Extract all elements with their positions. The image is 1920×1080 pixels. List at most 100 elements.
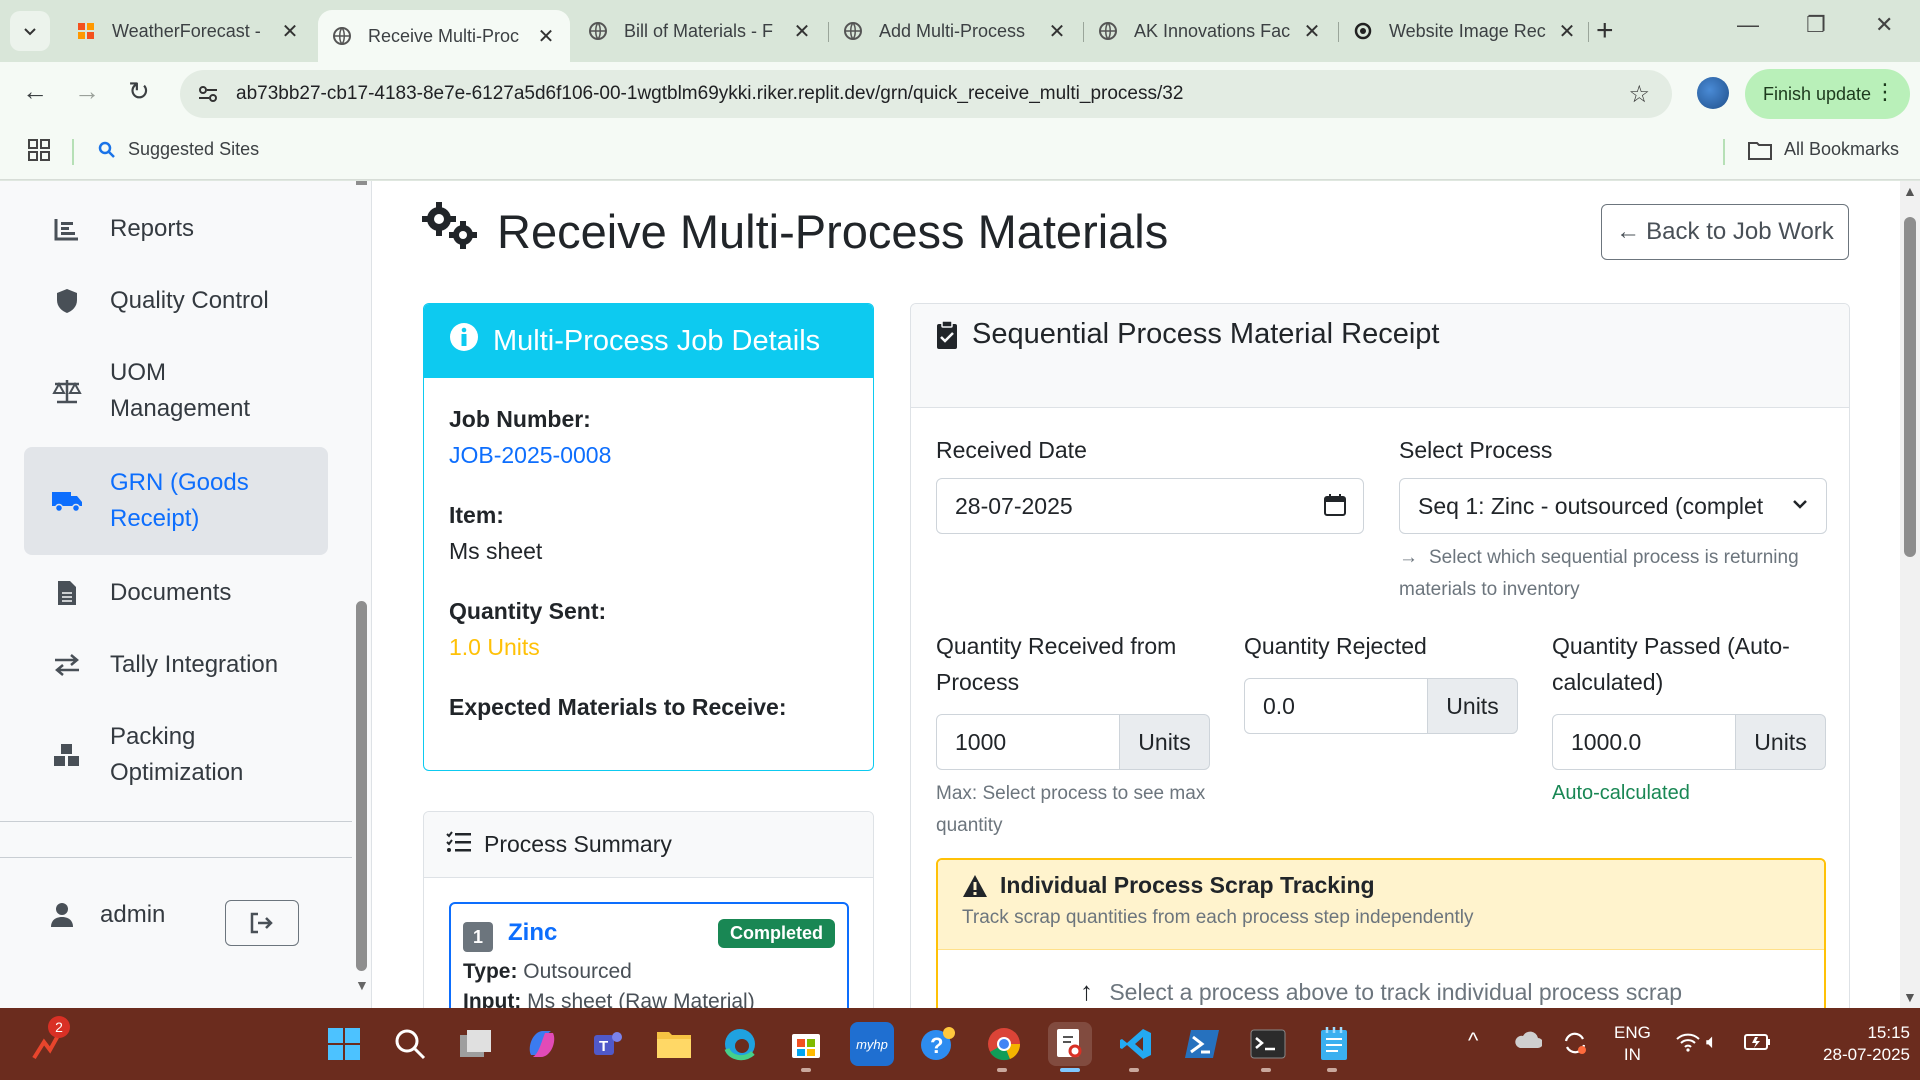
scroll-down-icon[interactable]: ▼: [355, 977, 369, 993]
browser-tab[interactable]: WeatherForecast - ✕: [62, 10, 314, 52]
minimize-icon[interactable]: —: [1737, 12, 1759, 38]
exchange-icon: [50, 653, 84, 677]
search-icon[interactable]: [388, 1022, 432, 1066]
page-scroll-thumb[interactable]: [1904, 217, 1916, 557]
bookmark-separator: [72, 139, 74, 165]
qty-received-unit: Units: [1120, 714, 1210, 770]
sync-icon[interactable]: [1562, 1030, 1588, 1061]
terminal-icon[interactable]: [1246, 1022, 1290, 1066]
clock[interactable]: 15:15 28-07-2025: [1810, 1022, 1910, 1066]
myhp-icon[interactable]: myhp: [850, 1022, 894, 1066]
username: admin: [100, 901, 166, 928]
chevron-up-icon[interactable]: ^: [1468, 1028, 1478, 1054]
select-process-dropdown[interactable]: Seq 1: Zinc - outsourced (complet: [1399, 478, 1827, 534]
scroll-cap: [356, 181, 367, 185]
tab-search-button[interactable]: [10, 11, 50, 51]
copilot-icon[interactable]: [520, 1022, 564, 1066]
back-arrow-icon[interactable]: ←: [22, 76, 48, 107]
bookmark-star-icon[interactable]: ☆: [1628, 80, 1650, 109]
sidebar-item-tally-integration[interactable]: Tally Integration: [24, 647, 328, 683]
clock-time: 15:15: [1867, 1023, 1910, 1042]
sidebar-scroll-thumb[interactable]: [356, 601, 367, 971]
user-info: admin: [50, 901, 165, 929]
expected-materials-label: Expected Materials to Receive:: [449, 694, 787, 720]
apps-grid-icon[interactable]: [28, 139, 50, 166]
browser-tab[interactable]: Add Multi-Process ✕: [829, 10, 1081, 52]
sidebar-item-quality-control[interactable]: Quality Control: [24, 283, 328, 319]
wifi-icon[interactable]: [1676, 1032, 1700, 1057]
address-bar[interactable]: ab73bb27-cb17-4183-8e7e-6127a5d6f106-00-…: [180, 70, 1672, 118]
file-explorer-icon[interactable]: [652, 1022, 696, 1066]
logout-button[interactable]: [225, 900, 299, 946]
close-tab-icon[interactable]: ✕: [536, 24, 556, 49]
sidebar-scrollbar[interactable]: ▼: [352, 181, 372, 1008]
scrap-tracking-title: Individual Process Scrap Tracking: [1000, 872, 1375, 898]
suggested-sites-label: Suggested Sites: [128, 139, 260, 159]
browser-tab[interactable]: AK Innovations Fac ✕: [1084, 10, 1336, 52]
all-bookmarks-button[interactable]: All Bookmarks: [1748, 139, 1899, 160]
windows-start-icon[interactable]: [322, 1022, 366, 1066]
process-type-label: Type:: [463, 960, 518, 983]
sidebar-item-grn[interactable]: GRN (Goods Receipt): [24, 447, 328, 555]
process-summary-card: Process Summary 1 Zinc Completed Type: O…: [423, 811, 874, 1008]
page-title-text: Receive Multi-Process Materials: [497, 205, 1169, 258]
notepad-icon[interactable]: [1312, 1022, 1356, 1066]
close-tab-icon[interactable]: ✕: [1557, 19, 1577, 44]
scroll-up-icon[interactable]: ▲: [1903, 183, 1917, 199]
scrap-tracking-header: Individual Process Scrap Tracking Track …: [938, 860, 1824, 950]
qty-passed-unit: Units: [1736, 714, 1826, 770]
close-tab-icon[interactable]: ✕: [280, 19, 300, 44]
select-process-help: → Select which sequential process is ret…: [1399, 542, 1819, 606]
finish-update-button[interactable]: Finish update ⋮: [1745, 69, 1910, 119]
sidebar-item-uom-management[interactable]: UOM Management: [24, 355, 328, 427]
battery-icon[interactable]: [1744, 1032, 1772, 1057]
finish-update-label: Finish update: [1763, 83, 1872, 104]
qty-received-input[interactable]: 1000: [936, 714, 1120, 770]
running-indicator: [801, 1068, 811, 1072]
restore-icon[interactable]: ❐: [1806, 12, 1826, 38]
browser-tab-active[interactable]: Receive Multi-Proc ✕: [318, 10, 570, 62]
teams-icon[interactable]: T: [586, 1022, 630, 1066]
sidebar-item-reports[interactable]: Reports: [24, 211, 328, 247]
close-tab-icon[interactable]: ✕: [792, 19, 812, 44]
forward-arrow-icon[interactable]: →: [74, 76, 100, 107]
vscode-icon[interactable]: [1114, 1022, 1158, 1066]
sidebar-item-label: Packing Optimization: [110, 723, 244, 786]
get-help-icon[interactable]: ?: [916, 1022, 960, 1066]
page-scrollbar[interactable]: ▲ ▼: [1900, 181, 1920, 1008]
sidebar-item-documents[interactable]: Documents: [24, 575, 328, 611]
new-tab-button[interactable]: +: [1596, 14, 1614, 48]
snipping-tool-icon[interactable]: [1048, 1022, 1092, 1066]
sidebar-item-packing-optimization[interactable]: Packing Optimization: [24, 719, 328, 791]
close-tab-icon[interactable]: ✕: [1047, 19, 1067, 44]
received-date-label: Received Date: [936, 437, 1087, 463]
microsoft-store-icon[interactable]: [784, 1022, 828, 1066]
browser-tab[interactable]: Website Image Rec ✕: [1339, 10, 1591, 52]
process-summary-header: Process Summary: [424, 812, 873, 878]
quantity-sent-label: Quantity Sent:: [449, 598, 607, 624]
site-settings-icon[interactable]: [180, 83, 236, 105]
received-date-input[interactable]: 28-07-2025: [936, 478, 1364, 534]
language-indicator[interactable]: ENG IN: [1614, 1022, 1651, 1066]
reload-icon[interactable]: ↻: [128, 76, 150, 107]
volume-icon[interactable]: 🔈︎: [1706, 1031, 1718, 1054]
select-process-help-text: Select which sequential process is retur…: [1399, 547, 1799, 600]
truck-icon: [50, 489, 84, 513]
close-tab-icon[interactable]: ✕: [1302, 19, 1322, 44]
scroll-down-icon[interactable]: ▼: [1903, 989, 1917, 1005]
back-to-job-work-button[interactable]: ← Back to Job Work: [1601, 204, 1849, 260]
qty-passed-input[interactable]: 1000.0: [1552, 714, 1736, 770]
profile-avatar[interactable]: [1697, 77, 1729, 109]
tab-title: Receive Multi-Proc: [368, 25, 520, 46]
edge-icon[interactable]: [718, 1022, 762, 1066]
clock-date: 28-07-2025: [1823, 1045, 1910, 1064]
close-window-icon[interactable]: ✕: [1875, 12, 1893, 38]
chrome-icon[interactable]: [982, 1022, 1026, 1066]
onedrive-icon[interactable]: [1514, 1030, 1543, 1055]
browser-tab[interactable]: Bill of Materials - F ✕: [574, 10, 826, 52]
task-view-icon[interactable]: [454, 1022, 498, 1066]
calendar-icon[interactable]: [1323, 493, 1347, 523]
suggested-sites-bookmark[interactable]: Suggested Sites: [98, 139, 259, 160]
qty-rejected-input[interactable]: 0.0: [1244, 678, 1428, 734]
powershell-icon[interactable]: [1180, 1022, 1224, 1066]
